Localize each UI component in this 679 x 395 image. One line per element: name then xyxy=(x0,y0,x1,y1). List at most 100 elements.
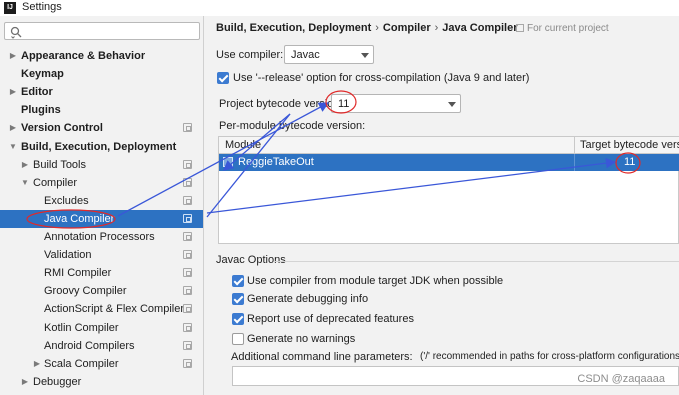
table-row[interactable]: ReggieTakeOut 11 xyxy=(219,154,679,171)
sidebar-item-label: Debugger xyxy=(33,375,82,388)
column-divider xyxy=(574,154,575,171)
sidebar-item-compiler[interactable]: ▼ Compiler xyxy=(0,174,203,192)
release-option-label: Use '--release' option for cross-compila… xyxy=(233,72,530,84)
sidebar-item-label: Build, Execution, Deployment xyxy=(21,140,177,153)
sidebar-item-label: Compiler xyxy=(33,176,78,189)
deprecated-checkbox[interactable] xyxy=(232,313,244,325)
sidebar-item-label: Annotation Processors xyxy=(44,231,155,243)
sidebar-item-kotlin-compiler[interactable]: Kotlin Compiler xyxy=(0,319,203,337)
sidebar-item-keymap[interactable]: Keymap xyxy=(0,65,203,83)
project-icon xyxy=(183,232,192,241)
project-icon xyxy=(183,322,192,332)
settings-sidebar: ▶ Appearance & Behavior Keymap ▶ Editor Plugi… xyxy=(0,16,204,395)
chevron-right-icon[interactable]: ▶ xyxy=(8,47,18,65)
project-icon xyxy=(183,358,192,368)
breadcrumb-part: Compiler xyxy=(382,22,431,34)
sidebar-item-label: Java Compiler xyxy=(44,212,115,225)
release-option-checkbox[interactable] xyxy=(217,72,229,84)
intellij-logo-icon: IJ xyxy=(4,2,16,14)
sidebar-item-debugger[interactable]: ▶ Debugger xyxy=(0,373,203,391)
title-bar: IJ Settings xyxy=(0,0,679,16)
column-divider xyxy=(574,137,575,154)
search-input[interactable] xyxy=(4,22,200,40)
sidebar-item-appearance-behavior[interactable]: ▶ Appearance & Behavior xyxy=(0,47,203,65)
sidebar-item-label: Scala Compiler xyxy=(44,357,119,370)
chevron-down-icon[interactable]: ▼ xyxy=(20,174,30,192)
sidebar-item-scala-compiler[interactable]: ▶ Scala Compiler xyxy=(0,355,203,373)
javac-options-title: Javac Options xyxy=(216,254,286,266)
project-icon xyxy=(183,213,192,223)
sidebar-item-android-compilers[interactable]: Android Compilers xyxy=(0,337,203,355)
sidebar-item-label: Appearance & Behavior xyxy=(21,50,146,62)
sidebar-item-build-execution-deployment[interactable]: ▼ Build, Execution, Deployment xyxy=(0,138,203,156)
no-warnings-label: Generate no warnings xyxy=(247,333,356,345)
breadcrumb-separator: › xyxy=(434,22,439,34)
use-module-jdk-checkbox[interactable] xyxy=(232,275,244,287)
sidebar-item-label: Validation xyxy=(44,249,92,262)
sidebar-item-java-compiler[interactable]: Java Compiler xyxy=(0,209,203,228)
module-name: ReggieTakeOut xyxy=(238,156,314,168)
use-module-jdk-label: Use compiler from module target JDK when… xyxy=(247,275,504,287)
breadcrumb-part: Build, Execution, Deployment xyxy=(216,22,372,34)
target-version[interactable]: 11 xyxy=(624,156,635,168)
table-header: Module Target bytecode version xyxy=(219,137,679,154)
chevron-down-icon xyxy=(448,102,456,107)
project-icon xyxy=(183,177,192,187)
module-icon xyxy=(223,157,233,167)
sidebar-item-label: RMI Compiler xyxy=(44,267,112,280)
column-header-target[interactable]: Target bytecode version xyxy=(580,139,679,151)
sidebar-item-actionscript-flex-compiler[interactable]: ActionScript & Flex Compiler xyxy=(0,300,203,318)
sidebar-item-label: Groovy Compiler xyxy=(44,285,127,298)
no-warnings-checkbox[interactable] xyxy=(232,333,244,345)
column-header-module[interactable]: Module xyxy=(225,139,261,151)
content-panel: Build, Execution, Deployment › Compiler › Ja… xyxy=(205,16,679,395)
per-module-label: Per-module bytecode version: xyxy=(219,120,366,132)
sidebar-item-validation[interactable]: Validation xyxy=(0,246,203,264)
for-current-project-hint: For current project xyxy=(516,23,609,34)
chevron-right-icon[interactable]: ▶ xyxy=(8,119,18,137)
chevron-right-icon[interactable]: ▶ xyxy=(8,83,18,101)
project-icon xyxy=(183,250,192,260)
project-icon xyxy=(183,340,192,350)
sidebar-item-build-tools[interactable]: ▶ Build Tools xyxy=(0,156,203,174)
sidebar-item-label: Build Tools xyxy=(33,158,86,171)
project-icon xyxy=(183,304,192,314)
for-current-project-label: For current project xyxy=(527,23,609,34)
use-compiler-label: Use compiler: xyxy=(216,49,284,61)
debug-info-label: Generate debugging info xyxy=(247,293,369,305)
sidebar-item-label: Editor xyxy=(21,86,53,99)
bytecode-version-label: Project bytecode version: xyxy=(219,98,343,110)
sidebar-item-annotation-processors[interactable]: Annotation Processors xyxy=(0,228,203,246)
params-label: Additional command line parameters: xyxy=(231,351,413,363)
bytecode-version-value: 11 xyxy=(338,98,350,110)
chevron-right-icon[interactable]: ▶ xyxy=(20,373,30,391)
chevron-right-icon[interactable]: ▶ xyxy=(32,355,42,373)
use-compiler-select[interactable]: Javac xyxy=(284,45,374,64)
sidebar-item-version-control[interactable]: ▶ Version Control xyxy=(0,119,203,137)
sidebar-item-label: Keymap xyxy=(21,68,64,81)
chevron-down-icon[interactable]: ▼ xyxy=(8,138,18,156)
divider xyxy=(275,261,679,262)
chevron-down-icon xyxy=(361,53,369,58)
sidebar-item-excludes[interactable]: Excludes xyxy=(0,192,203,210)
use-compiler-value: Javac xyxy=(291,49,320,61)
sidebar-item-label: ActionScript & Flex Compiler xyxy=(44,303,184,316)
project-icon xyxy=(183,195,192,205)
params-hint: ('/' recommended in paths for cross-plat… xyxy=(420,351,679,362)
deprecated-label: Report use of deprecated features xyxy=(247,313,414,325)
sidebar-item-label: Version Control xyxy=(21,122,103,135)
sidebar-item-label: Android Compilers xyxy=(44,339,135,352)
sidebar-item-rmi-compiler[interactable]: RMI Compiler xyxy=(0,264,203,282)
breadcrumb-part: Java Compiler xyxy=(442,22,518,34)
project-icon xyxy=(183,268,192,278)
sidebar-item-editor[interactable]: ▶ Editor xyxy=(0,83,203,101)
search-icon xyxy=(10,26,22,39)
sidebar-item-plugins[interactable]: Plugins xyxy=(0,101,203,119)
debug-info-checkbox[interactable] xyxy=(232,293,244,305)
sidebar-item-label: Excludes xyxy=(44,194,89,207)
sidebar-item-label: Kotlin Compiler xyxy=(44,321,119,334)
window-title: Settings xyxy=(22,1,62,13)
bytecode-version-select[interactable]: 11 xyxy=(331,94,461,113)
sidebar-item-groovy-compiler[interactable]: Groovy Compiler xyxy=(0,282,203,300)
chevron-right-icon[interactable]: ▶ xyxy=(20,156,30,174)
